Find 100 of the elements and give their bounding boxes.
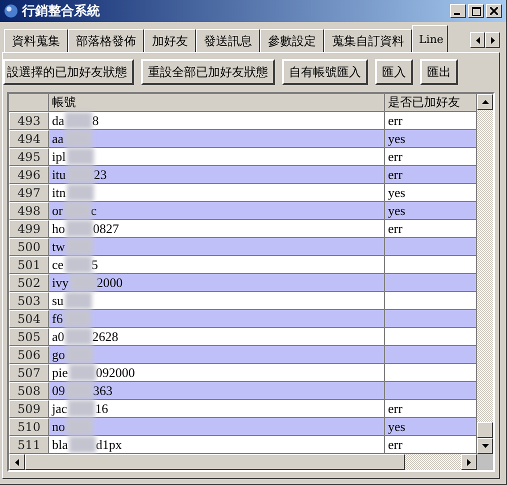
- globe-icon: [4, 4, 18, 18]
- scroll-down-button[interactable]: [477, 438, 493, 454]
- action-button[interactable]: 匯出: [420, 59, 458, 85]
- account-text: d1px: [96, 436, 122, 453]
- action-button[interactable]: 匯入: [375, 59, 413, 85]
- action-button[interactable]: 重設全部已加好友狀態: [141, 59, 275, 85]
- scroll-thumb[interactable]: [477, 422, 493, 438]
- status-text: yes: [388, 130, 406, 147]
- redaction-blur: [64, 202, 91, 219]
- status-text: yes: [388, 418, 406, 435]
- account-text: 23: [94, 166, 107, 183]
- action-button[interactable]: 設選擇的已加好友狀態: [3, 59, 134, 85]
- column-header[interactable]: 是否已加好友: [385, 94, 477, 112]
- account-text: tw: [52, 238, 65, 255]
- tab[interactable]: Line: [412, 25, 448, 52]
- window-title: 行銷整合系統: [22, 2, 101, 20]
- row-number: 503: [9, 292, 49, 310]
- row-number: 501: [9, 256, 49, 274]
- redaction-blur: [66, 166, 94, 183]
- left-arrow-icon: [15, 458, 19, 466]
- redaction-blur: [70, 274, 97, 291]
- account-text: ce: [52, 256, 64, 273]
- scroll-up-button[interactable]: [477, 94, 493, 110]
- account-text: a0: [52, 328, 64, 345]
- redaction-blur: [66, 382, 93, 399]
- row-number: 505: [9, 328, 49, 346]
- account-text: jac: [52, 400, 68, 417]
- redaction-blur: [66, 238, 93, 255]
- row-number: 510: [9, 418, 49, 436]
- row-number: 504: [9, 310, 49, 328]
- row-number: 495: [9, 148, 49, 166]
- tab[interactable]: 發送訊息: [196, 29, 260, 52]
- left-arrow-icon: [476, 36, 480, 44]
- row-number: 496: [9, 166, 49, 184]
- account-text: itn: [52, 184, 66, 201]
- account-text: bla: [52, 436, 68, 453]
- tab[interactable]: 加好友: [144, 29, 196, 52]
- scroll-right-button[interactable]: [485, 32, 500, 48]
- row-number: 499: [9, 220, 49, 238]
- account-text: c: [90, 202, 97, 219]
- redaction-blur: [66, 184, 94, 201]
- account-text: aa: [52, 130, 64, 147]
- minimize-button[interactable]: [450, 4, 466, 18]
- row-number: 508: [9, 382, 49, 400]
- account-text: f6: [52, 310, 63, 327]
- account-text: 09: [52, 382, 65, 399]
- close-button[interactable]: [486, 4, 502, 18]
- row-number: 507: [9, 364, 49, 382]
- close-icon: [490, 7, 498, 15]
- account-text: 092000: [96, 364, 135, 381]
- account-text: 0827: [93, 220, 119, 237]
- redaction-blur: [68, 400, 96, 417]
- account-text: da: [52, 112, 64, 129]
- column-header[interactable]: 帳號: [49, 94, 385, 112]
- redaction-blur: [64, 256, 92, 273]
- row-number: 494: [9, 130, 49, 148]
- redaction-blur: [65, 328, 92, 345]
- scroll-left-button[interactable]: [9, 454, 25, 470]
- status-text: yes: [388, 202, 406, 219]
- row-number: 511: [9, 436, 49, 454]
- redaction-blur: [64, 130, 92, 147]
- maximize-button[interactable]: [468, 4, 484, 18]
- row-number: 509: [9, 400, 49, 418]
- scroll-thumb[interactable]: [25, 454, 405, 470]
- status-text: yes: [388, 184, 406, 201]
- account-text: no: [52, 418, 65, 435]
- down-arrow-icon: [482, 444, 488, 448]
- row-number: 497: [9, 184, 49, 202]
- status-text: err: [388, 220, 402, 237]
- redaction-blur: [66, 148, 94, 165]
- redaction-blur: [64, 292, 92, 309]
- account-text: 2000: [96, 274, 123, 291]
- status-text: err: [388, 166, 402, 183]
- row-number: 506: [9, 346, 49, 364]
- status-text: err: [388, 436, 402, 453]
- scroll-right-button[interactable]: [461, 454, 477, 470]
- account-text: su: [52, 292, 64, 309]
- account-text: go: [52, 346, 65, 363]
- redaction-blur: [64, 310, 91, 327]
- tab[interactable]: 部落格發佈: [68, 29, 144, 52]
- account-text: ipl: [52, 148, 66, 165]
- redaction-blur: [68, 364, 96, 381]
- up-arrow-icon: [482, 100, 488, 104]
- status-text: err: [388, 148, 402, 165]
- status-text: err: [388, 112, 402, 129]
- tab[interactable]: 蒐集自訂資料: [324, 29, 412, 52]
- account-text: 8: [92, 112, 99, 129]
- action-button[interactable]: 自有帳號匯入: [282, 59, 368, 85]
- redaction-blur: [66, 220, 93, 237]
- redaction-blur: [66, 418, 93, 435]
- row-number: 498: [9, 202, 49, 220]
- status-text: err: [388, 400, 402, 417]
- redaction-blur: [65, 112, 92, 129]
- account-text: 5: [92, 256, 98, 273]
- tab[interactable]: 資料蒐集: [4, 29, 68, 52]
- account-text: or: [52, 202, 63, 219]
- tab[interactable]: 參數設定: [260, 29, 324, 52]
- scroll-left-button[interactable]: [470, 32, 485, 48]
- right-arrow-icon: [467, 458, 471, 466]
- account-text: itu: [52, 166, 66, 183]
